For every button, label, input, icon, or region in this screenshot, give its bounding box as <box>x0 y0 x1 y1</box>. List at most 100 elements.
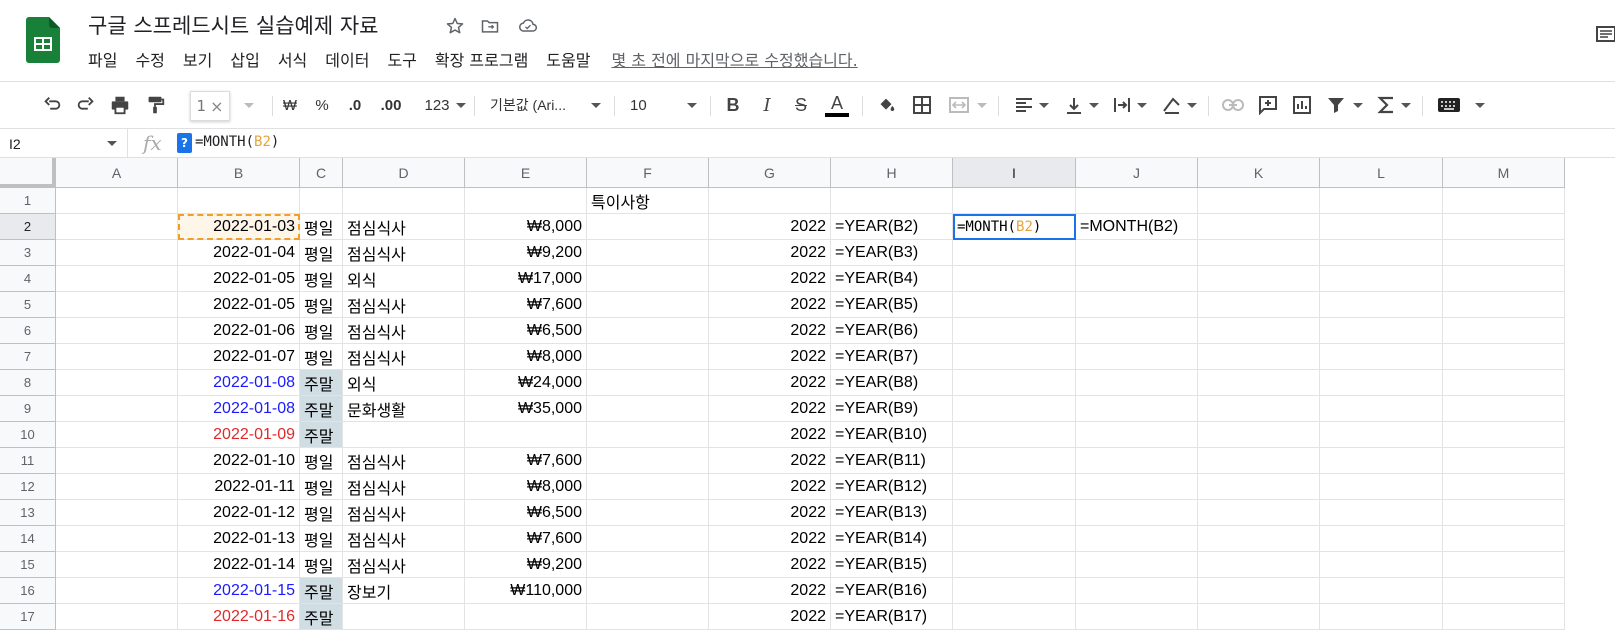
year-cell[interactable]: 2022 <box>709 266 831 292</box>
cell[interactable] <box>1320 448 1443 474</box>
cell[interactable] <box>587 266 709 292</box>
item-cell[interactable]: 점심식사 <box>343 318 465 344</box>
cell[interactable] <box>1198 370 1320 396</box>
formula-input[interactable]: =MONTH(B2) <box>195 134 279 150</box>
date-cell[interactable]: 2022-01-06 <box>178 318 300 344</box>
cell[interactable] <box>1198 448 1320 474</box>
cell[interactable] <box>1320 422 1443 448</box>
column-header-j[interactable]: J <box>1076 158 1198 188</box>
row-header[interactable]: 3 <box>0 240 56 266</box>
formula-help-button[interactable]: ? <box>177 133 192 153</box>
year-cell[interactable]: 2022 <box>709 526 831 552</box>
cell[interactable] <box>1076 292 1198 318</box>
amount-cell[interactable] <box>465 422 587 448</box>
day-type-cell[interactable]: 평일 <box>300 292 343 318</box>
cell[interactable] <box>1198 396 1320 422</box>
zoom-dropdown-caret[interactable] <box>236 93 262 117</box>
cell[interactable] <box>587 604 709 630</box>
year-cell[interactable]: 2022 <box>709 604 831 630</box>
cell[interactable] <box>953 240 1076 266</box>
text-rotation-caret[interactable] <box>1186 93 1198 117</box>
cell[interactable] <box>1198 214 1320 240</box>
item-cell[interactable]: 점심식사 <box>343 240 465 266</box>
item-cell[interactable]: 외식 <box>343 266 465 292</box>
year-cell[interactable]: 2022 <box>709 240 831 266</box>
cell[interactable] <box>587 526 709 552</box>
day-type-cell[interactable]: 평일 <box>300 552 343 578</box>
amount-cell[interactable]: ₩24,000 <box>465 370 587 396</box>
cell[interactable] <box>587 318 709 344</box>
date-cell[interactable]: 2022-01-08 <box>178 370 300 396</box>
cell[interactable] <box>1076 552 1198 578</box>
print-icon[interactable] <box>108 93 132 117</box>
cell[interactable] <box>56 344 178 370</box>
day-type-cell[interactable]: 평일 <box>300 318 343 344</box>
cell[interactable] <box>56 448 178 474</box>
date-cell[interactable]: 2022-01-12 <box>178 500 300 526</box>
undo-icon[interactable] <box>40 93 64 117</box>
cell[interactable] <box>1076 240 1198 266</box>
cell[interactable] <box>1198 578 1320 604</box>
cell[interactable] <box>1076 344 1198 370</box>
fill-color-icon[interactable] <box>874 93 898 117</box>
cell[interactable] <box>1076 604 1198 630</box>
item-cell[interactable]: 점심식사 <box>343 344 465 370</box>
cell[interactable] <box>56 526 178 552</box>
cell[interactable] <box>56 318 178 344</box>
cell[interactable] <box>1443 240 1565 266</box>
cell[interactable] <box>1320 474 1443 500</box>
cell[interactable] <box>953 318 1076 344</box>
day-type-cell[interactable]: 주말 <box>300 370 343 396</box>
cell[interactable] <box>587 500 709 526</box>
cell[interactable] <box>56 422 178 448</box>
item-cell[interactable]: 점심식사 <box>343 500 465 526</box>
amount-cell[interactable]: ₩9,200 <box>465 240 587 266</box>
cell[interactable] <box>1076 318 1198 344</box>
cell[interactable] <box>465 188 587 214</box>
cell[interactable] <box>1320 344 1443 370</box>
sheets-logo-icon[interactable] <box>26 17 60 63</box>
row-header[interactable]: 5 <box>0 292 56 318</box>
insert-chart-icon[interactable] <box>1290 93 1314 117</box>
cell[interactable] <box>1198 318 1320 344</box>
year-formula-cell[interactable]: =YEAR(B17) <box>831 604 953 630</box>
day-type-cell[interactable]: 평일 <box>300 344 343 370</box>
italic-button[interactable]: I <box>756 93 778 117</box>
cell[interactable] <box>953 604 1076 630</box>
row-header[interactable]: 15 <box>0 552 56 578</box>
filter-icon[interactable] <box>1324 93 1348 117</box>
cell[interactable] <box>953 552 1076 578</box>
day-type-cell[interactable]: 평일 <box>300 526 343 552</box>
year-formula-cell[interactable]: =YEAR(B12) <box>831 474 953 500</box>
decrease-decimal-button[interactable]: .0 <box>342 93 368 117</box>
amount-cell[interactable]: ₩7,600 <box>465 292 587 318</box>
cell[interactable] <box>1443 552 1565 578</box>
cell[interactable] <box>56 266 178 292</box>
cell[interactable] <box>1320 240 1443 266</box>
day-type-cell[interactable]: 평일 <box>300 448 343 474</box>
cell[interactable] <box>1198 604 1320 630</box>
cell[interactable] <box>1076 474 1198 500</box>
cell[interactable] <box>1198 240 1320 266</box>
cell[interactable] <box>587 422 709 448</box>
active-cell-i2[interactable]: =MONTH(B2) <box>953 214 1076 240</box>
amount-cell[interactable]: ₩6,500 <box>465 318 587 344</box>
year-formula-cell[interactable]: =YEAR(B6) <box>831 318 953 344</box>
menu-file[interactable]: 파일 <box>79 45 126 73</box>
increase-decimal-button[interactable]: .00 <box>376 93 406 117</box>
item-cell[interactable]: 문화생활 <box>343 396 465 422</box>
spreadsheet-grid[interactable]: A B C D E F G H I J K L M 1 특이사항 2 2022-01-03 평일 점심식사 ₩8,00… <box>0 158 1615 633</box>
vertical-align-caret[interactable] <box>1088 93 1100 117</box>
amount-cell[interactable]: ₩110,000 <box>465 578 587 604</box>
cell[interactable] <box>56 370 178 396</box>
select-all-corner[interactable] <box>0 158 56 188</box>
amount-cell[interactable]: ₩8,000 <box>465 214 587 240</box>
cell[interactable] <box>1443 266 1565 292</box>
item-cell[interactable]: 점심식사 <box>343 526 465 552</box>
column-header-l[interactable]: L <box>1320 158 1443 188</box>
cell[interactable] <box>1443 474 1565 500</box>
cell[interactable] <box>1443 578 1565 604</box>
item-cell[interactable]: 점심식사 <box>343 292 465 318</box>
amount-cell[interactable]: ₩7,600 <box>465 448 587 474</box>
item-cell[interactable]: 장보기 <box>343 578 465 604</box>
